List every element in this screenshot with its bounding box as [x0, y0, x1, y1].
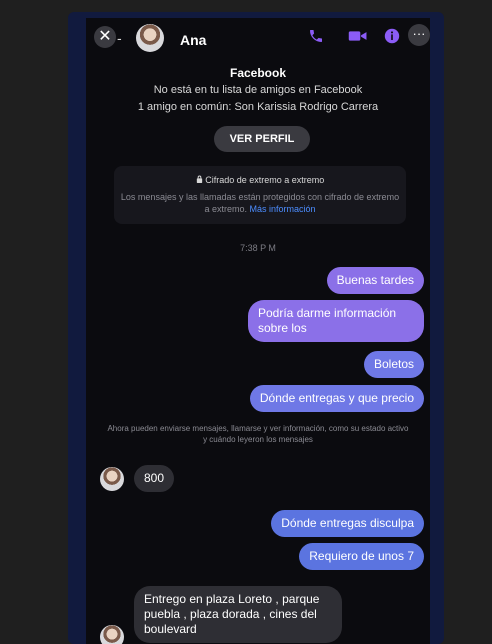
encryption-notice: Cifrado de extremo a extremo Los mensaje… — [114, 166, 406, 224]
info-icon[interactable] — [384, 28, 400, 49]
lock-icon — [196, 175, 206, 185]
close-icon[interactable]: ✕ — [94, 26, 116, 48]
phone-icon[interactable] — [308, 28, 324, 49]
encryption-title-row: Cifrado de extremo a extremo — [114, 175, 406, 185]
outgoing-message[interactable]: Buenas tardes — [326, 267, 424, 294]
mutual-friends-text: 1 amigo en común: Son Karissia Rodrigo C… — [137, 101, 379, 113]
outgoing-message[interactable]: Boletos — [363, 351, 424, 378]
more-icon[interactable]: ··· — [408, 24, 430, 46]
not-friends-text: No está en tu lista de amigos en Faceboo… — [153, 84, 363, 96]
outgoing-message[interactable]: Podría darme información sobre los — [248, 300, 424, 342]
header-dash: - — [117, 30, 122, 46]
incoming-message[interactable]: 800 — [134, 465, 175, 492]
outgoing-message[interactable]: Dónde entregas y que precio — [249, 385, 424, 412]
avatar[interactable] — [100, 467, 124, 491]
outgoing-message[interactable]: Requiero de unos 7 — [299, 543, 424, 570]
profile-source: Facebook — [229, 66, 286, 80]
connection-notice: Ahora pueden enviarse mensajes, llamarse… — [107, 424, 409, 444]
timestamp: 7:38 P M — [240, 243, 276, 253]
view-profile-button[interactable]: VER PERFIL — [214, 126, 310, 152]
avatar[interactable] — [100, 625, 124, 644]
chat-screen: ✕ - Ana ··· Facebook No está en tu lista… — [86, 18, 430, 644]
video-icon[interactable] — [348, 28, 368, 49]
more-info-link[interactable]: Más información — [250, 204, 316, 214]
chat-header: ✕ - Ana ··· — [86, 18, 430, 64]
encryption-title: Cifrado de extremo a extremo — [205, 175, 325, 185]
encryption-body-row: Los mensajes y las llamadas están proteg… — [114, 191, 406, 215]
outgoing-message[interactable]: Dónde entregas disculpa — [271, 510, 424, 537]
incoming-message[interactable]: Entrego en plaza Loreto , parque puebla … — [134, 586, 342, 643]
contact-name[interactable]: Ana — [180, 32, 206, 48]
avatar[interactable] — [136, 24, 164, 52]
